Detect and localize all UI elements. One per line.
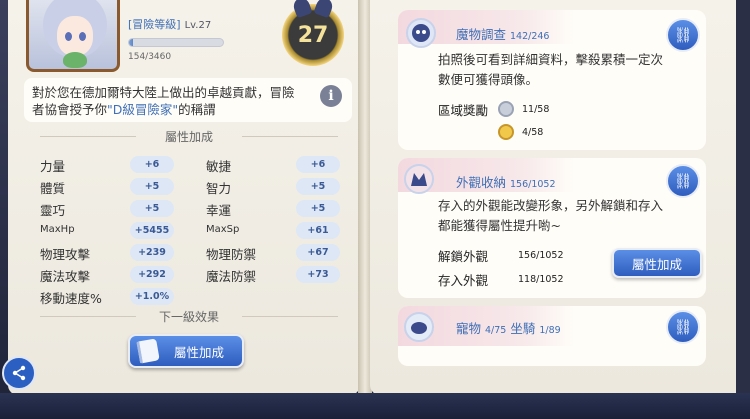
player-avatar[interactable] [26, 0, 120, 72]
monster-survey-title: 魔物調查 142/246 [456, 27, 550, 42]
stat-value: +292 [130, 266, 174, 283]
stat-label: 幸運 [206, 203, 232, 218]
stat-value: +5 [296, 178, 340, 195]
appearance-storage-title: 外觀收納 156/1052 [456, 175, 556, 190]
next-level-title: 下一級效果 [30, 308, 348, 325]
level-badge[interactable]: 27 [282, 0, 344, 66]
stat-value: +6 [130, 156, 174, 173]
area-reward-label: 區域獎勵 [438, 103, 489, 118]
level-badge-number: 27 [297, 22, 329, 48]
stat-value: +6 [296, 156, 340, 173]
stat-label: 魔法攻擊 [40, 269, 91, 284]
stat-value: +5 [130, 178, 174, 195]
monster-icon [406, 18, 436, 48]
rank-title: [冒險等級] Lv.27 [128, 18, 212, 31]
stat-value: +239 [130, 244, 174, 261]
stat-label: 物理防禦 [206, 247, 257, 262]
unlock-appearance-label: 解鎖外觀 [438, 249, 489, 264]
monster-survey-description: 拍照後可看到詳細資料，擊殺累積一定次 數便可獲得頭像。 [438, 52, 664, 87]
stat-label: 靈巧 [40, 203, 66, 218]
stat-value: +5455 [130, 222, 174, 239]
pet-link-button[interactable]: ⛓ [666, 310, 700, 344]
link-icon: ⛓ [673, 172, 693, 190]
xp-progress-bar [128, 38, 224, 47]
stat-label: MaxSp [206, 224, 240, 235]
stat-label: 魔法防禦 [206, 269, 257, 284]
stat-label: MaxHp [40, 224, 75, 235]
appearance-description: 存入的外觀能改變形象，另外解鎖和存入 都能獲得屬性提升喲~ [438, 198, 664, 233]
stat-label: 智力 [206, 181, 232, 196]
info-icon[interactable]: i [320, 85, 342, 107]
stored-appearance-label: 存入外觀 [438, 273, 489, 288]
honor-description: 對於您在德加爾特大陸上做出的卓越貢獻，冒險 者協會授予你"D級冒險家"的稱謂 [24, 78, 352, 122]
pet-mount-title: 寵物 4/75 坐騎 1/89 [456, 321, 561, 336]
silver-medal-icon [498, 101, 514, 117]
appearance-bonus-button[interactable]: 屬性加成 [612, 248, 702, 278]
book-icon [136, 338, 160, 364]
stat-label: 敏捷 [206, 159, 232, 174]
stat-label: 物理攻擊 [40, 247, 91, 262]
appearance-icon [404, 164, 434, 194]
monster-survey-link-button[interactable]: ⛓ [666, 18, 700, 52]
stat-value: +67 [296, 244, 340, 261]
attribute-bonus-button[interactable]: 屬性加成 [128, 334, 244, 368]
stat-label: 力量 [40, 159, 66, 174]
stat-label: 移動速度% [40, 291, 102, 306]
stat-value: +1.0% [130, 288, 174, 305]
gold-medal-icon [498, 124, 514, 140]
pet-icon [404, 312, 434, 342]
stat-label: 體質 [40, 181, 66, 196]
attr-section-title: 屬性加成 [30, 128, 348, 145]
unlock-appearance-value: 156/1052 [518, 250, 564, 261]
stat-value: +73 [296, 266, 340, 283]
xp-text: 154/3460 [128, 52, 172, 62]
area-reward-gold: 4/58 [522, 127, 544, 138]
stat-value: +61 [296, 222, 340, 239]
appearance-link-button[interactable]: ⛓ [666, 164, 700, 198]
area-reward-silver: 11/58 [522, 104, 550, 115]
bottom-bar [0, 393, 750, 419]
adventure-book: [冒險等級] Lv.27 154/3460 27 對於您在德加爾特大陸上做出的卓越… [0, 0, 750, 419]
share-button[interactable] [2, 356, 36, 390]
share-icon [12, 365, 26, 381]
stat-value: +5 [296, 200, 340, 217]
link-icon: ⛓ [673, 26, 693, 44]
stat-value: +5 [130, 200, 174, 217]
stored-appearance-value: 118/1052 [518, 274, 564, 285]
scrollbar[interactable] [736, 0, 750, 395]
link-icon: ⛓ [673, 318, 693, 336]
